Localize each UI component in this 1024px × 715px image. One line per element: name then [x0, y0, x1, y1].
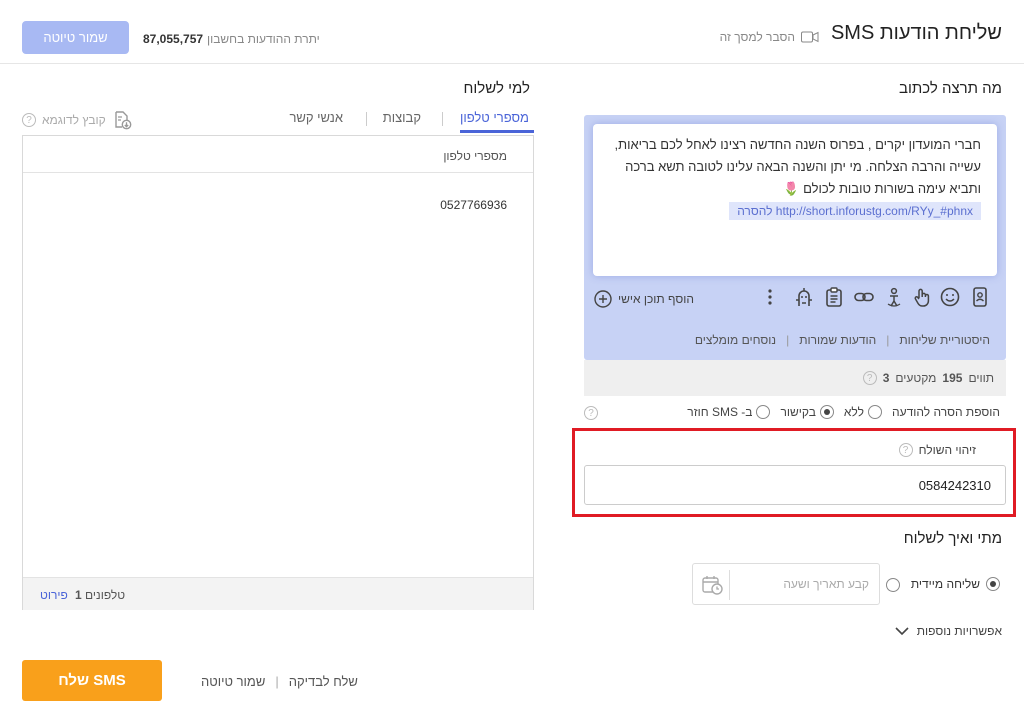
more-options-label: אפשרויות נוספות [916, 624, 1002, 638]
tab-groups[interactable]: קבוצות [383, 110, 421, 125]
immediate-label: שליחה מיידית [910, 577, 980, 591]
removal-option-sms-reply[interactable]: ב- SMS חוזר [687, 405, 771, 419]
message-line: עשייה והרבה הצלחה. מי יתן והשנה הבאה עלי… [625, 159, 981, 174]
link-icon[interactable] [853, 286, 875, 308]
sender-label-text: זיהוי השולח [918, 443, 976, 457]
add-personal-label: הוסף תוכן אישי [618, 292, 694, 306]
add-personal-content-button[interactable]: הוסף תוכן אישי [594, 290, 694, 308]
tab-contacts[interactable]: אנשי קשר [289, 110, 343, 125]
send-history-link[interactable]: היסטוריית שליחות [899, 333, 990, 347]
example-file-link[interactable]: ? קובץ לדוגמא [22, 110, 132, 130]
schedule-datetime-input[interactable]: קבע תאריך ושעה [692, 563, 880, 605]
video-icon [801, 31, 819, 43]
chars-label: תווים [968, 371, 994, 385]
sender-id-label: זיהוי השולח ? [898, 443, 976, 457]
removal-option-link[interactable]: בקישור [780, 405, 834, 419]
tab-phone-numbers[interactable]: מספרי טלפון [460, 110, 529, 125]
message-textarea[interactable]: חברי המועדון יקרים , בפרוס השנה החדשה רצ… [593, 124, 997, 276]
file-download-icon [112, 110, 132, 130]
phones-count: טלפונים 1 [75, 588, 125, 602]
person-icon[interactable] [883, 286, 905, 308]
send-sms-button[interactable]: שלח SMS [22, 660, 162, 701]
help-icon[interactable]: ? [862, 371, 877, 385]
compose-links: היסטוריית שליחות | הודעות שמורות | נוסחי… [695, 333, 990, 347]
example-file-label: קובץ לדוגמא [42, 113, 106, 127]
more-options-toggle[interactable]: אפשרויות נוספות [895, 624, 1002, 638]
robot-icon[interactable] [793, 286, 815, 308]
calendar-clock-icon[interactable] [701, 574, 723, 596]
radio-icon [756, 405, 771, 419]
page-title: שליחת הודעות SMS [830, 22, 1002, 44]
radio-icon [868, 405, 883, 419]
help-icon[interactable]: ? [584, 406, 598, 420]
details-link[interactable]: פירוט [40, 588, 68, 602]
message-line: חברי המועדון יקרים , בפרוס השנה החדשה רצ… [614, 137, 981, 152]
phones-count-value: 1 [75, 588, 82, 602]
plus-circle-icon [594, 290, 612, 308]
divider [729, 570, 730, 600]
immediate-send-option[interactable]: שליחה מיידית [911, 577, 1000, 591]
removal-option-label: ללא [843, 405, 865, 419]
segments-label: מקטעים [895, 371, 937, 385]
message-count: תווים 195 מקטעים 3 ? [862, 371, 994, 385]
save-draft-link[interactable]: שמור טיוטה [201, 674, 265, 689]
segments-count: 3 [882, 371, 890, 385]
contact-card-icon[interactable] [969, 286, 991, 308]
phone-column-header: מספרי טלפון [23, 136, 533, 173]
removal-option-none[interactable]: ללא [843, 405, 883, 419]
emoji-icon[interactable] [939, 286, 961, 308]
separator: | [886, 333, 890, 347]
schedule-radio[interactable] [886, 577, 900, 592]
help-icon[interactable]: ? [898, 443, 913, 457]
separator: | [275, 674, 279, 689]
removal-option-label: ב- SMS חוזר [687, 405, 753, 419]
tab-separator [366, 112, 367, 126]
balance-value: 87,055,757 [143, 32, 204, 46]
chevron-down-icon [895, 626, 909, 636]
explain-link-label: הסבר למסך זה [719, 30, 795, 44]
send-test-link[interactable]: שלח לבדיקה [289, 674, 358, 689]
balance-label: יתרת ההודעות בחשבון [207, 32, 320, 46]
tab-separator [442, 112, 443, 126]
sender-id-input[interactable]: 0584242310 [584, 465, 1006, 505]
help-icon[interactable]: ? [22, 113, 36, 127]
explain-screen-link[interactable]: הסבר למסך זה [720, 30, 819, 44]
when-title: מתי ואיך לשלוח [903, 530, 1002, 547]
removal-option-label: בקישור [780, 405, 816, 419]
removal-link: http://short.inforustg.com/RYy_#phnx להס… [729, 202, 981, 220]
recipients-title: למי לשלוח [463, 80, 530, 97]
radio-checked-icon [819, 405, 834, 419]
separator: | [786, 333, 790, 347]
phones-count-label: טלפונים [85, 588, 126, 602]
compose-title: מה תרצה לכתוב [899, 80, 1002, 97]
chars-count: 195 [942, 371, 963, 385]
touch-icon[interactable] [911, 286, 933, 308]
header-divider [0, 63, 1024, 64]
clipboard-icon[interactable] [823, 286, 845, 308]
recommended-templates-link[interactable]: נוסחים מומלצים [695, 333, 776, 347]
phone-number-entry[interactable]: 0527766936 [440, 198, 507, 212]
bottom-links: שמור טיוטה | שלח לבדיקה [201, 674, 358, 689]
removal-options: הוספת הסרה להודעה ללא בקישור ב- SMS חוזר [687, 405, 1000, 419]
removal-label: הוספת הסרה להודעה [892, 405, 1000, 419]
radio-checked-icon [986, 577, 1000, 591]
schedule-placeholder: קבע תאריך ושעה [783, 577, 869, 591]
save-draft-button[interactable]: שמור טיוטה [22, 21, 129, 54]
phone-panel-footer: טלפונים 1 פירוט [23, 577, 533, 610]
saved-messages-link[interactable]: הודעות שמורות [799, 333, 876, 347]
active-tab-indicator [460, 130, 534, 133]
phone-numbers-panel: מספרי טלפון 0527766936 טלפונים 1 פירוט [22, 135, 534, 610]
more-icon[interactable] [763, 286, 777, 308]
message-line: ותביא עימה בשורות טובות לכולם 🌷 [783, 181, 981, 196]
